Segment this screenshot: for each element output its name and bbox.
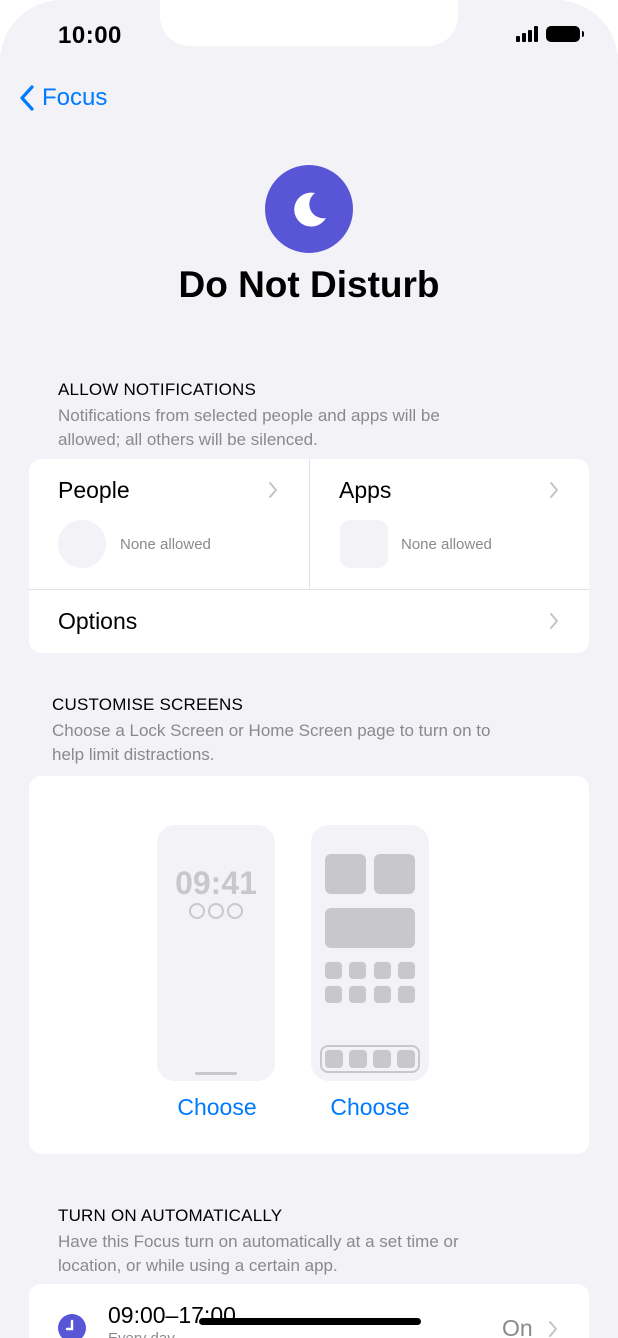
customise-screens-description-1: Choose a Lock Screen or Home Screen page… (52, 721, 491, 740)
app-placeholder (374, 962, 391, 979)
status-time: 10:00 (58, 22, 122, 49)
people-avatar-placeholder (58, 520, 106, 568)
turn-on-automatically-header: TURN ON AUTOMATICALLY (58, 1206, 283, 1225)
customise-screens-header: CUSTOMISE SCREENS (52, 695, 244, 714)
choose-lock-screen-button[interactable]: Choose (137, 1094, 297, 1121)
apps-label: Apps (339, 477, 392, 503)
choose-home-screen-button[interactable]: Choose (290, 1094, 450, 1121)
app-icon-placeholder (340, 520, 388, 568)
back-label: Focus (42, 84, 108, 111)
widget-placeholder (325, 908, 415, 948)
allow-notifications-card: People None allowed Apps None allowed Op… (29, 459, 589, 653)
moon-icon (265, 165, 353, 253)
people-cell[interactable]: People None allowed (29, 459, 309, 589)
chevron-right-icon (550, 482, 558, 498)
apps-status: None allowed (401, 536, 492, 553)
phone-screen: 10:00 Focus Do Not Disturb ALLOW NOTIFIC… (0, 0, 618, 1338)
back-button[interactable]: Focus (18, 84, 107, 112)
apps-cell[interactable]: Apps None allowed (310, 459, 589, 589)
people-status: None allowed (120, 536, 211, 553)
chevron-right-icon (550, 613, 558, 629)
allow-notifications-header: ALLOW NOTIFICATIONS (58, 380, 257, 399)
battery-icon (546, 26, 584, 42)
allow-notifications-description-1: Notifications from selected people and a… (58, 406, 440, 425)
app-placeholder (325, 986, 342, 1003)
schedule-status: On (502, 1315, 533, 1338)
page-title: Do Not Disturb (178, 264, 440, 305)
home-screen-preview[interactable] (311, 825, 429, 1081)
clock-icon (58, 1314, 86, 1338)
widget-placeholder (374, 854, 415, 894)
chevron-right-icon (549, 1321, 557, 1337)
options-label: Options (58, 608, 138, 634)
dock-placeholder (320, 1045, 420, 1073)
turn-on-automatically-description-2: location, or while using a certain app. (58, 1256, 338, 1275)
lock-screen-home-bar (195, 1072, 237, 1075)
notch (160, 0, 458, 46)
app-placeholder (349, 962, 366, 979)
turn-on-automatically-description-1: Have this Focus turn on automatically at… (58, 1232, 459, 1251)
allow-notifications-description-2: allowed; all others will be silenced. (58, 430, 318, 449)
lock-screen-time: 09:41 (175, 865, 257, 901)
home-indicator[interactable] (199, 1318, 421, 1325)
people-label: People (58, 477, 130, 503)
app-placeholder (325, 962, 342, 979)
app-placeholder (398, 962, 415, 979)
widget-placeholder (325, 854, 366, 894)
chevron-right-icon (269, 482, 277, 498)
customise-screens-card: 09:41 Choose Choose (29, 776, 589, 1154)
schedule-subtitle: Every day (108, 1330, 175, 1338)
options-row[interactable]: Options (29, 590, 589, 653)
app-placeholder (349, 986, 366, 1003)
status-icons (516, 26, 584, 42)
lock-screen-preview[interactable]: 09:41 (157, 825, 275, 1081)
lock-screen-widgets (157, 903, 275, 919)
signal-icon (516, 26, 538, 42)
app-placeholder (374, 986, 391, 1003)
app-placeholder (398, 986, 415, 1003)
customise-screens-description-2: help limit distractions. (52, 745, 215, 764)
chevron-left-icon (20, 85, 34, 111)
